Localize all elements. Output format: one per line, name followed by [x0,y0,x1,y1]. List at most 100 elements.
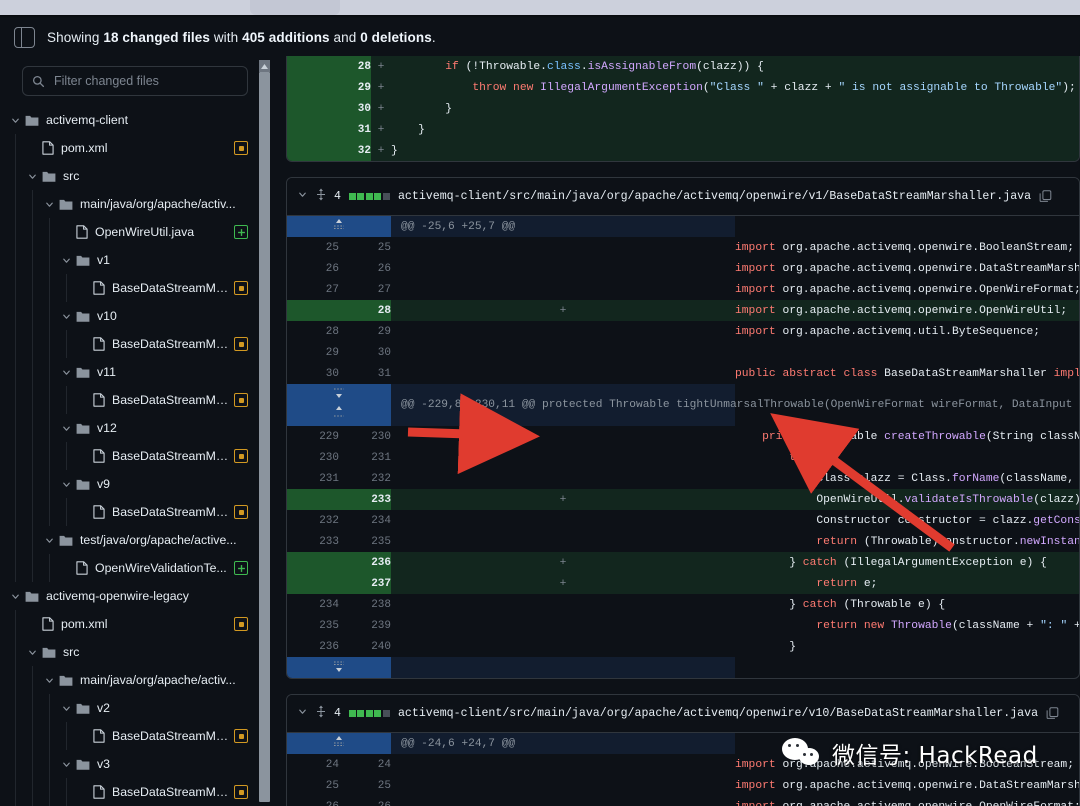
new-line-number: 239 [339,615,391,636]
diff-added-line-row[interactable]: 28 + if (!Throwable.class.isAssignableFro… [287,56,1079,77]
diff-context-line-row[interactable]: 230 231 try { [287,447,1079,468]
tree-folder-row[interactable]: main/java/org/apache/activ... [0,666,262,694]
tree-file-row[interactable]: BaseDataStreamMars... [0,778,262,806]
tree-file-row[interactable]: BaseDataStreamMars... [0,274,262,302]
diff-context-line-row[interactable]: 30 31 public abstract class BaseDataStream… [287,363,1079,384]
tree-folder-row[interactable]: test/java/org/apache/active... [0,526,262,554]
tree-folder-row[interactable]: activemq-openwire-legacy [0,582,262,610]
sidebar-toggle-icon[interactable] [14,26,35,48]
tree-file-row[interactable]: BaseDataStreamMars... [0,722,262,750]
diff-added-line-row[interactable]: 236 + } catch (IllegalArgumentException e… [287,552,1079,573]
drag-handle-icon[interactable] [316,188,326,205]
deletions-count: 0 deletions [360,29,432,45]
diff-context-line-row[interactable]: 233 235 return (Throwable)constructor.new… [287,531,1079,552]
diff-context-line-row[interactable]: 2626 import org.apache.activemq.openwire.… [287,796,1079,806]
chevron-down-icon[interactable] [42,673,56,687]
tree-folder-row[interactable]: v11 [0,358,262,386]
copy-path-icon[interactable] [1039,190,1052,203]
chevron-down-icon[interactable] [8,589,22,603]
tree-folder-row[interactable]: v3 [0,750,262,778]
tree-folder-row[interactable]: v1 [0,246,262,274]
diff-added-line-row[interactable]: 28 + import org.apache.activemq.openwire.O… [287,300,1079,321]
tree-file-row[interactable]: BaseDataStreamMars... [0,330,262,358]
diff-context-line-row[interactable]: 236 240 } [287,636,1079,657]
chevron-down-icon[interactable] [59,253,73,267]
expand-context-button[interactable] [287,657,391,678]
diff-context-line-row[interactable]: 25 25 import org.apache.activemq.openwire.… [287,237,1079,258]
chevron-down-icon[interactable] [59,421,73,435]
tree-guide-line [15,274,16,302]
diff-file-header[interactable]: 4 activemq-client/src/main/java/org/apach… [287,178,1079,216]
tree-folder-row[interactable]: v12 [0,414,262,442]
chevron-down-icon[interactable] [59,701,73,715]
diff-hunk-row[interactable] [287,657,1079,678]
diff-context-line-row[interactable]: 231 232 Class clazz = Class.forName(class… [287,468,1079,489]
tree-file-row[interactable]: BaseDataStreamMars... [0,386,262,414]
expand-context-button[interactable] [287,733,391,754]
tree-folder-row[interactable]: main/java/org/apache/activ... [0,190,262,218]
diff-added-line-row[interactable]: 31 + } [287,119,1079,140]
diff-added-line-row[interactable]: 32 +} [287,140,1079,161]
browser-tab[interactable] [250,0,340,15]
diff-code-line: import org.apache.activemq.openwire.Open… [735,300,1079,321]
diff-context-line-row[interactable]: 29 30 [287,342,1079,363]
chevron-down-icon[interactable] [42,533,56,547]
diff-file-header[interactable]: 4 activemq-client/src/main/java/org/apach… [287,695,1079,733]
diff-hunk-row[interactable]: @@ -24,6 +24,7 @@ [287,733,1079,754]
collapse-file-chevron-icon[interactable] [297,189,308,204]
expand-context-button[interactable] [287,216,391,237]
diff-hunk-row[interactable]: @@ -25,6 +25,7 @@ [287,216,1079,237]
file-tree-list[interactable]: activemq-client pom.xml src main/java/org/a… [0,102,262,806]
drag-handle-icon[interactable] [316,705,326,722]
tree-file-row[interactable]: BaseDataStreamMars... [0,498,262,526]
file-icon [76,225,88,239]
diff-context-line-row[interactable]: 235 239 return new Throwable(className + … [287,615,1079,636]
chevron-down-icon[interactable] [25,169,39,183]
diff-sign: + [391,489,735,510]
diff-context-line-row[interactable]: 229 230 private Throwable createThrowable… [287,426,1079,447]
collapse-file-chevron-icon[interactable] [297,706,308,721]
tree-folder-row[interactable]: v2 [0,694,262,722]
tree-folder-row[interactable]: src [0,162,262,190]
tree-guide-line [15,442,16,470]
diff-added-line-row[interactable]: 29 + throw new IllegalArgumentException("… [287,77,1079,98]
tree-file-row[interactable]: OpenWireUtil.java [0,218,262,246]
tree-folder-row[interactable]: v9 [0,470,262,498]
chevron-down-icon[interactable] [8,113,22,127]
tree-file-row[interactable]: BaseDataStreamMars... [0,442,262,470]
diff-context-line-row[interactable]: 234 238 } catch (Throwable e) { [287,594,1079,615]
diff-hunk-row[interactable]: @@ -229,8 +230,11 @@ protected Throwable… [287,384,1079,426]
diff-file-block: 28 + if (!Throwable.class.isAssignableFro… [286,56,1080,162]
diff-context-line-row[interactable]: 2626 import org.apache.activemq.openwire.… [287,258,1079,279]
scroll-up-arrow-icon[interactable] [259,60,270,72]
chevron-down-icon[interactable] [25,645,39,659]
chevron-down-icon[interactable] [42,197,56,211]
tree-file-row[interactable]: pom.xml [0,610,262,638]
file-tree-scrollbar[interactable] [259,60,270,806]
filter-box[interactable] [22,66,248,96]
chevron-down-icon[interactable] [59,477,73,491]
diff-context-line-row[interactable]: 232 234 Constructor constructor = clazz.g… [287,510,1079,531]
chevron-down-icon[interactable] [59,757,73,771]
diff-context-line-row[interactable]: 28 29 import org.apache.activemq.util.Byte… [287,321,1079,342]
tree-file-row[interactable]: OpenWireValidationTe... [0,554,262,582]
diff-added-line-row[interactable]: 237 + return e; [287,573,1079,594]
tree-folder-row[interactable]: activemq-client [0,106,262,134]
old-line-number: 26 [287,258,339,279]
diff-context-line-row[interactable]: 24 24 import org.apache.activemq.openwire.… [287,754,1079,775]
tree-folder-row[interactable]: v10 [0,302,262,330]
tree-folder-row[interactable]: src [0,638,262,666]
diff-context-line-row[interactable]: 27 27 import org.apache.activemq.openwire.… [287,279,1079,300]
diff-added-line-row[interactable]: 30 + } [287,98,1079,119]
scrollbar-thumb[interactable] [259,72,270,802]
diff-context-line-row[interactable]: 25 25 import org.apache.activemq.openwire.… [287,775,1079,796]
copy-path-icon[interactable] [1046,707,1059,720]
diff-pane[interactable]: 28 + if (!Throwable.class.isAssignableFro… [286,56,1080,806]
chevron-down-icon[interactable] [59,365,73,379]
search-input[interactable] [52,73,238,89]
file-tree-panel[interactable]: activemq-clientpom.xmlsrcmain/java/org/a… [0,56,262,806]
diff-added-line-row[interactable]: 233 + OpenWireUtil.validateIsThrowable(cl… [287,489,1079,510]
expand-context-button[interactable] [287,384,391,426]
chevron-down-icon[interactable] [59,309,73,323]
tree-file-row[interactable]: pom.xml [0,134,262,162]
